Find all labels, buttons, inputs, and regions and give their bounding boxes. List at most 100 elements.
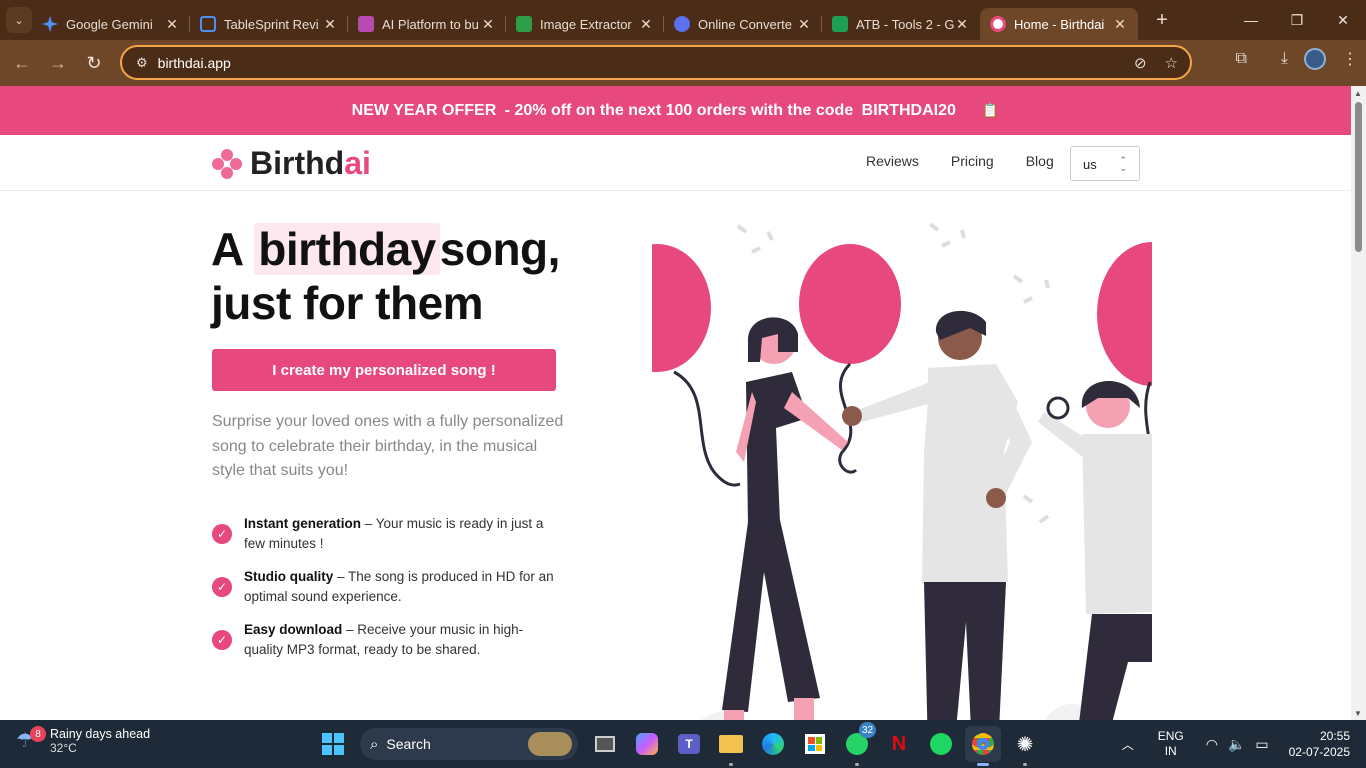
reload-icon: ↻ <box>86 52 102 73</box>
check-icon: ✓ <box>212 630 232 650</box>
tablesprint-icon <box>200 16 216 32</box>
clock[interactable]: 20:55 02-07-2025 <box>1289 728 1350 760</box>
download-icon[interactable]: ⤓ <box>1281 50 1288 68</box>
tab-tablesprint[interactable]: TableSprint Revi ✕ <box>190 8 348 40</box>
file-explorer-icon[interactable] <box>713 726 749 766</box>
store-icon[interactable] <box>797 726 833 762</box>
back-button[interactable]: ← <box>4 45 40 81</box>
battery-icon: ▭ <box>1255 735 1269 752</box>
scrollbar-thumb[interactable] <box>1355 102 1362 252</box>
quick-settings[interactable]: ◠ 🔈 ▭ <box>1206 736 1269 753</box>
weather-temp: 32°C <box>50 741 77 755</box>
nav-blog[interactable]: Blog <box>1026 153 1054 169</box>
close-icon[interactable]: ✕ <box>796 16 812 33</box>
site-logo[interactable]: Birthd ai <box>212 145 371 182</box>
running-indicator <box>729 763 733 766</box>
hero-subtitle: Surprise your loved ones with a fully pe… <box>212 413 564 479</box>
search-label: Search <box>386 736 431 752</box>
windows-icon <box>322 733 344 755</box>
tab-title: Online Converte <box>698 16 792 32</box>
close-window-button[interactable]: ✕ <box>1320 0 1366 40</box>
browser-toolbar: ← → ↻ ⚙ birthdai.app ⊘ ☆ ⧉ ⤓ ⋮ <box>0 40 1366 86</box>
spotify-icon[interactable] <box>923 726 959 762</box>
star-icon[interactable]: ☆ <box>1165 54 1178 72</box>
close-icon[interactable]: ✕ <box>638 16 654 33</box>
whatsapp-icon[interactable]: 32 <box>839 722 877 766</box>
more-menu-icon[interactable]: ⋮ <box>1342 49 1358 69</box>
gemini-icon <box>42 16 58 32</box>
tab-title: ATB - Tools 2 - G <box>856 16 954 32</box>
clipboard-icon[interactable]: 📋 <box>982 102 999 119</box>
feature-title: Studio quality <box>244 569 334 584</box>
reload-button[interactable]: ↻ <box>76 45 112 81</box>
close-icon[interactable]: ✕ <box>480 16 496 33</box>
close-icon[interactable]: ✕ <box>954 16 970 33</box>
address-bar[interactable]: ⚙ birthdai.app ⊘ ☆ <box>120 45 1192 80</box>
web-page: NEW YEAR OFFER - 20% off on the next 100… <box>0 86 1351 720</box>
close-icon[interactable]: ✕ <box>164 16 180 33</box>
teams-icon[interactable]: T <box>671 726 707 762</box>
chevron-up-icon[interactable]: ︿ <box>1122 736 1134 753</box>
weather-title: Rainy days ahead <box>50 727 151 741</box>
cube-icon <box>358 16 374 32</box>
system-tray: ︿ ENG IN ◠ 🔈 ▭ 20:55 02-07-2025 <box>1122 720 1366 768</box>
tab-google-gemini[interactable]: Google Gemini ✕ <box>32 8 190 40</box>
tab-atb-tools[interactable]: ATB - Tools 2 - G ✕ <box>822 8 980 40</box>
start-button[interactable] <box>315 726 351 762</box>
close-icon[interactable]: ✕ <box>322 16 338 33</box>
nav-pricing[interactable]: Pricing <box>951 153 994 169</box>
region-code: IN <box>1164 744 1177 758</box>
birthday-party-illustration <box>652 222 1152 720</box>
tab-search-button[interactable]: ⌄ <box>6 7 32 33</box>
window-controls: — ❐ ✕ <box>1228 0 1366 40</box>
promo-banner: NEW YEAR OFFER - 20% off on the next 100… <box>0 86 1351 135</box>
task-view-icon[interactable] <box>587 726 623 762</box>
chatgpt-icon[interactable]: ✺ <box>1007 726 1043 766</box>
minimize-button[interactable]: — <box>1228 0 1274 40</box>
language-value: us <box>1083 157 1097 172</box>
url-text[interactable]: birthdai.app <box>158 55 231 71</box>
page-scrollbar[interactable]: ▲ ▼ <box>1351 86 1366 720</box>
weather-badge: 8 <box>30 726 46 742</box>
tab-online-converter[interactable]: Online Converte ✕ <box>664 8 822 40</box>
language-select[interactable]: us ⌃ ⌄ <box>1070 146 1140 181</box>
running-indicator <box>855 763 859 766</box>
netflix-icon[interactable]: N <box>881 726 917 762</box>
profile-avatar[interactable] <box>1304 48 1326 70</box>
forward-button[interactable]: → <box>40 45 76 81</box>
hero-title-rest: song, <box>439 223 561 275</box>
close-icon[interactable]: ✕ <box>1112 16 1128 33</box>
birthdai-favicon-icon <box>990 16 1006 32</box>
scroll-up-icon[interactable]: ▲ <box>1354 89 1362 98</box>
weather-widget[interactable]: ☂ 8 Rainy days ahead 32°C <box>16 726 151 755</box>
list-item: ✓ Studio quality – The song is produced … <box>212 567 562 607</box>
wifi-icon: ◠ <box>1205 735 1218 752</box>
input-language[interactable]: ENG IN <box>1158 729 1184 759</box>
eye-off-icon[interactable]: ⊘ <box>1134 54 1147 72</box>
edge-icon[interactable] <box>755 726 791 762</box>
new-tab-button[interactable]: + <box>1148 6 1176 34</box>
nav-reviews[interactable]: Reviews <box>866 153 919 169</box>
check-icon: ✓ <box>212 524 232 544</box>
hero-title: A birthdaysong, just for them <box>211 222 560 330</box>
tab-birthdai[interactable]: Home - Birthdai ✕ <box>980 8 1138 40</box>
copilot-icon[interactable] <box>629 726 665 762</box>
create-song-button[interactable]: I create my personalized song ! <box>212 349 556 391</box>
site-info-icon[interactable]: ⚙ <box>136 55 148 71</box>
tab-title: Google Gemini <box>66 16 153 32</box>
tab-title: Image Extractor <box>540 16 632 32</box>
feature-text: Easy download – Receive your music in hi… <box>244 620 562 660</box>
tab-image-extractor[interactable]: Image Extractor ✕ <box>506 8 664 40</box>
scroll-down-icon[interactable]: ▼ <box>1354 709 1362 718</box>
extensions-icon[interactable]: ⧉ <box>1235 50 1246 68</box>
tab-ai-platform[interactable]: AI Platform to bu ✕ <box>348 8 506 40</box>
chrome-icon[interactable] <box>965 726 1001 766</box>
site-header: Birthd ai Reviews Pricing Blog us ⌃ ⌄ <box>0 135 1351 191</box>
restore-button[interactable]: ❐ <box>1274 0 1320 40</box>
check-icon: ✓ <box>212 577 232 597</box>
tab-title: TableSprint Revi <box>224 16 319 32</box>
arrow-left-icon: ← <box>13 52 31 73</box>
taskbar-search[interactable]: ⌕ Search <box>360 728 578 760</box>
tab-title: AI Platform to bu <box>382 16 479 32</box>
tab-title: Home - Birthdai <box>1014 16 1105 32</box>
